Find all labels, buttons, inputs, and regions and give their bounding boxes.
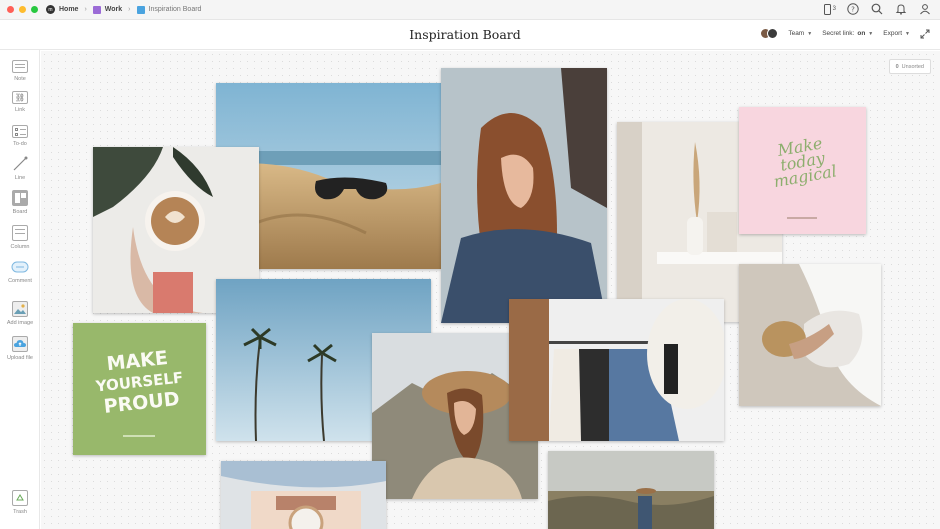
caret-down-icon: ▼ [868,30,874,37]
svg-text:?: ? [851,6,855,14]
column-icon [12,225,28,241]
avatar [767,28,779,39]
line-icon [13,156,28,171]
bell-icon [895,4,907,15]
image-content [509,299,724,441]
tool-add-image[interactable]: Add image [0,301,40,326]
unsorted-label: Unsorted [901,63,924,70]
tool-todo[interactable]: To-do [0,125,40,147]
tool-board[interactable]: Board [0,190,40,215]
devices-button[interactable]: 3 [823,3,836,15]
header-actions: Team ▼ Secret link: on ▼ Export ▼ [760,28,930,39]
image-content [441,68,607,323]
link-icon: ⛓ [12,91,28,104]
breadcrumb-home-label: Home [59,6,79,13]
quote-text: MAKE YOURSELF PROUD [73,344,206,421]
tool-label: Note [14,76,26,82]
checklist-icon [12,125,28,138]
tool-label: Board [12,209,28,215]
board-header: Inspiration Board Team ▼ Secret link: on… [0,20,940,50]
unsorted-count: 0 [895,63,899,70]
signature-mark [123,435,155,437]
tool-label: Upload file [7,355,33,361]
export-label: Export [883,30,903,37]
help-icon: ? [847,3,859,15]
image-content [221,461,386,529]
tool-label: Line [14,175,26,181]
breadcrumb-home[interactable]: m Home [46,5,78,14]
quote-card-make-today-magical[interactable]: Make today magical [739,107,866,234]
trash-icon [12,490,28,506]
tool-link[interactable]: ⛓ Link [0,91,40,113]
caret-down-icon: ▼ [905,30,910,37]
board-canvas[interactable]: 0 Unsorted Make today magical MAKE YOURS… [41,51,940,529]
breadcrumb-current-label: Inspiration Board [148,6,202,13]
note-icon [12,60,28,73]
board-icon [12,190,28,206]
breadcrumb-current[interactable]: Inspiration Board [136,5,202,14]
board-icon [136,5,145,14]
image-content [548,451,714,529]
secret-link-menu[interactable]: Secret link: on ▼ [822,30,873,37]
export-menu[interactable]: Export ▼ [883,30,910,37]
breadcrumb-work[interactable]: Work [92,5,123,14]
tool-upload-file[interactable]: Upload file [0,336,40,361]
comment-icon [11,261,29,273]
chevron-right-icon: › [84,6,87,13]
image-clothing-rack[interactable] [509,299,724,441]
signature-mark [787,217,817,219]
tool-note[interactable]: Note [0,60,40,82]
notifications-button[interactable] [894,2,908,16]
account-button[interactable] [918,2,932,16]
trash-button[interactable]: Trash [0,490,40,515]
expand-icon [920,29,930,38]
image-content [739,264,881,406]
window-controls [7,6,38,13]
device-count: 3 [832,6,836,12]
chevron-right-icon: › [128,6,131,13]
tool-sidebar: Note ⛓ Link To-do Line Board Column Comm… [0,50,40,529]
minimize-window-button[interactable] [19,6,26,13]
tool-label: Link [14,107,26,113]
board-icon [92,5,101,14]
secret-link-value: on [857,30,866,37]
help-button[interactable]: ? [846,2,860,16]
fullscreen-button[interactable] [920,29,930,39]
top-bar: m Home › Work › Inspiration Board 3 ? [0,0,940,20]
app-window: m Home › Work › Inspiration Board 3 ? In… [0,0,940,529]
quote-text: Make today magical [739,128,866,194]
image-beach-lounging[interactable] [739,264,881,406]
home-icon: m [46,5,55,14]
caret-down-icon: ▼ [807,30,813,37]
search-icon [871,3,883,15]
image-icon [12,301,28,317]
collaborator-avatars[interactable] [760,28,779,39]
breadcrumb-work-label: Work [104,6,123,13]
team-menu[interactable]: Team ▼ [788,30,812,37]
tool-line[interactable]: Line [0,156,40,181]
close-window-button[interactable] [7,6,14,13]
secret-link-label: Secret link: [822,30,855,37]
tool-comment[interactable]: Comment [0,261,40,284]
image-field-woman[interactable] [548,451,714,529]
team-label: Team [788,30,805,37]
image-wrist-watch[interactable] [221,461,386,529]
quote-card-make-yourself-proud[interactable]: MAKE YOURSELF PROUD [73,323,206,455]
unsorted-button[interactable]: 0 Unsorted [888,59,931,74]
search-button[interactable] [870,2,884,16]
trash-label: Trash [13,509,27,515]
phone-icon [823,3,831,15]
tool-label: Comment [8,278,32,284]
tool-label: Column [10,244,30,250]
user-icon [920,4,930,15]
tool-label: Add image [6,320,34,326]
tool-column[interactable]: Column [0,225,40,250]
breadcrumb: m Home › Work › Inspiration Board [46,5,201,14]
maximize-window-button[interactable] [31,6,38,13]
upload-icon [12,336,28,352]
top-right-actions: 3 ? [823,2,932,16]
tool-label: To-do [13,141,27,147]
image-woman-sunlight[interactable] [441,68,607,323]
